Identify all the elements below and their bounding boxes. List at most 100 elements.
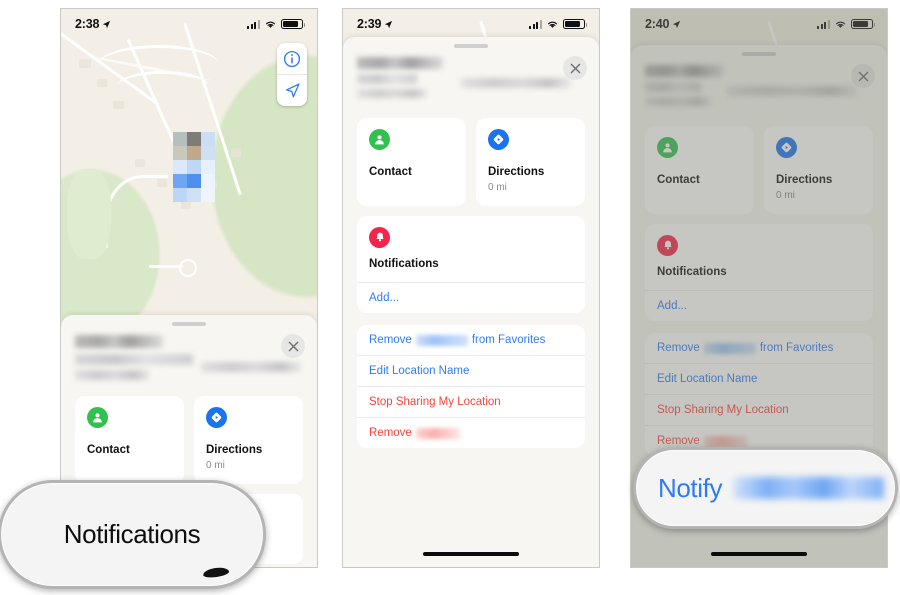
status-bar: 2:39 xyxy=(343,9,599,39)
redacted-place-detail xyxy=(75,370,149,380)
map-locate-button[interactable] xyxy=(277,74,307,106)
directions-card[interactable]: Directions 0 mi xyxy=(476,118,585,206)
redacted-place-address xyxy=(201,362,301,372)
directions-arrow-icon xyxy=(488,129,509,150)
notifications-card[interactable]: Notifications Add... xyxy=(357,215,585,314)
cellular-bars-icon xyxy=(247,19,260,29)
action-suffix: from Favorites xyxy=(759,342,834,355)
redacted-place-title xyxy=(645,65,723,77)
status-bar: 2:38 xyxy=(61,9,317,39)
directions-card[interactable]: Directions 0 mi xyxy=(764,126,873,214)
status-time: 2:40 xyxy=(645,17,670,31)
quick-action-cards: Contact Directions 0 mi xyxy=(61,390,317,484)
location-arrow-icon xyxy=(385,20,393,28)
close-sheet-button[interactable] xyxy=(281,334,305,358)
location-arrow-icon xyxy=(285,83,300,98)
notifications-card-top: Notifications xyxy=(357,216,585,283)
notifications-add-button[interactable]: Add... xyxy=(357,282,585,313)
redacted-place-title xyxy=(75,335,163,348)
close-x-icon xyxy=(570,63,580,73)
redacted-place-address xyxy=(727,86,857,96)
map-building xyxy=(97,79,107,87)
directions-card-distance: 0 mi xyxy=(776,189,795,201)
map-building xyxy=(135,159,145,167)
battery-icon xyxy=(851,18,876,30)
edit-location-name-row[interactable]: Edit Location Name xyxy=(645,363,873,394)
map-road xyxy=(149,265,183,268)
redacted-person-name xyxy=(703,435,748,447)
battery-icon xyxy=(563,18,588,30)
redacted-place-address xyxy=(461,78,571,88)
stop-sharing-my-location-row[interactable]: Stop Sharing My Location xyxy=(645,394,873,425)
status-bar: 2:40 xyxy=(631,9,887,39)
remove-person-row[interactable]: Remove xyxy=(357,417,585,448)
directions-card-distance: 0 mi xyxy=(488,181,507,193)
action-prefix: Edit Location Name xyxy=(657,373,758,386)
remove-from-favorites-row[interactable]: Remove from Favorites xyxy=(645,333,873,363)
directions-arrow-icon xyxy=(206,407,227,428)
status-time-group: 2:38 xyxy=(75,17,111,31)
battery-icon xyxy=(281,18,306,30)
wifi-icon xyxy=(265,21,276,28)
sheet-header xyxy=(61,326,317,390)
close-x-icon xyxy=(858,71,868,81)
directions-card[interactable]: Directions 0 mi xyxy=(194,396,303,484)
action-prefix: Remove xyxy=(657,435,700,448)
phone-screenshot-2: 2:39 Contact Directions 0 mi Notificatio… xyxy=(342,8,600,568)
wifi-icon xyxy=(835,21,846,28)
notifications-add-button[interactable]: Add... xyxy=(645,290,873,321)
action-prefix: Stop Sharing My Location xyxy=(657,404,789,417)
status-time-group: 2:40 xyxy=(645,17,681,31)
magnifier-label: Notifications xyxy=(63,519,201,549)
notifications-card[interactable]: Notifications Add... xyxy=(645,223,873,322)
contact-card-label: Contact xyxy=(87,444,130,456)
cellular-bars-icon xyxy=(529,19,542,29)
map-controls[interactable] xyxy=(277,43,307,106)
map-building xyxy=(181,201,191,209)
quick-action-cards: Contact Directions 0 mi xyxy=(343,112,599,206)
home-indicator xyxy=(711,552,807,556)
contact-card[interactable]: Contact xyxy=(75,396,184,484)
redacted-person-name xyxy=(415,427,460,439)
redacted-place-detail xyxy=(645,97,711,106)
directions-card-label: Directions xyxy=(206,444,263,456)
contact-card[interactable]: Contact xyxy=(645,126,754,214)
remove-from-favorites-row[interactable]: Remove from Favorites xyxy=(357,325,585,355)
redacted-person-name xyxy=(703,342,756,354)
sheet-header xyxy=(343,48,599,112)
contact-person-icon xyxy=(369,129,390,150)
close-sheet-button[interactable] xyxy=(851,64,875,88)
place-detail-sheet[interactable]: Contact Directions 0 mi Notifications Ad… xyxy=(343,37,599,567)
redacted-person-name xyxy=(415,334,468,346)
location-arrow-icon xyxy=(103,20,111,28)
edit-location-name-row[interactable]: Edit Location Name xyxy=(357,355,585,386)
status-indicators xyxy=(817,18,876,30)
map-cul-de-sac xyxy=(179,259,197,277)
status-time-group: 2:39 xyxy=(357,17,393,31)
bell-icon xyxy=(369,226,390,248)
close-sheet-button[interactable] xyxy=(563,56,587,80)
magnifier-callout-notifications: Notifications xyxy=(0,480,266,589)
status-time: 2:38 xyxy=(75,17,100,31)
status-indicators xyxy=(529,18,588,30)
cellular-bars-icon xyxy=(817,19,830,29)
quick-action-cards: Contact Directions 0 mi xyxy=(631,120,887,214)
map-park xyxy=(67,169,111,259)
redacted-person-name xyxy=(734,477,885,499)
contact-card-label: Contact xyxy=(369,166,412,178)
directions-arrow-icon xyxy=(776,137,797,158)
magnifier-callout-notify: Notify xyxy=(633,447,898,529)
stop-sharing-my-location-row[interactable]: Stop Sharing My Location xyxy=(357,386,585,417)
action-prefix: Edit Location Name xyxy=(369,365,470,378)
redacted-place-title xyxy=(357,57,443,69)
notifications-label: Notifications xyxy=(657,265,727,278)
map-info-button[interactable] xyxy=(277,43,307,74)
phone-2-screen: 2:39 Contact Directions 0 mi Notificatio… xyxy=(343,9,599,567)
contact-card[interactable]: Contact xyxy=(357,118,466,206)
magnifier-label: Notify xyxy=(658,472,723,503)
directions-card-label: Directions xyxy=(776,174,833,186)
notifications-card-top: Notifications xyxy=(645,224,873,291)
map-building xyxy=(231,149,241,157)
directions-card-label: Directions xyxy=(488,166,545,178)
status-indicators xyxy=(247,18,306,30)
